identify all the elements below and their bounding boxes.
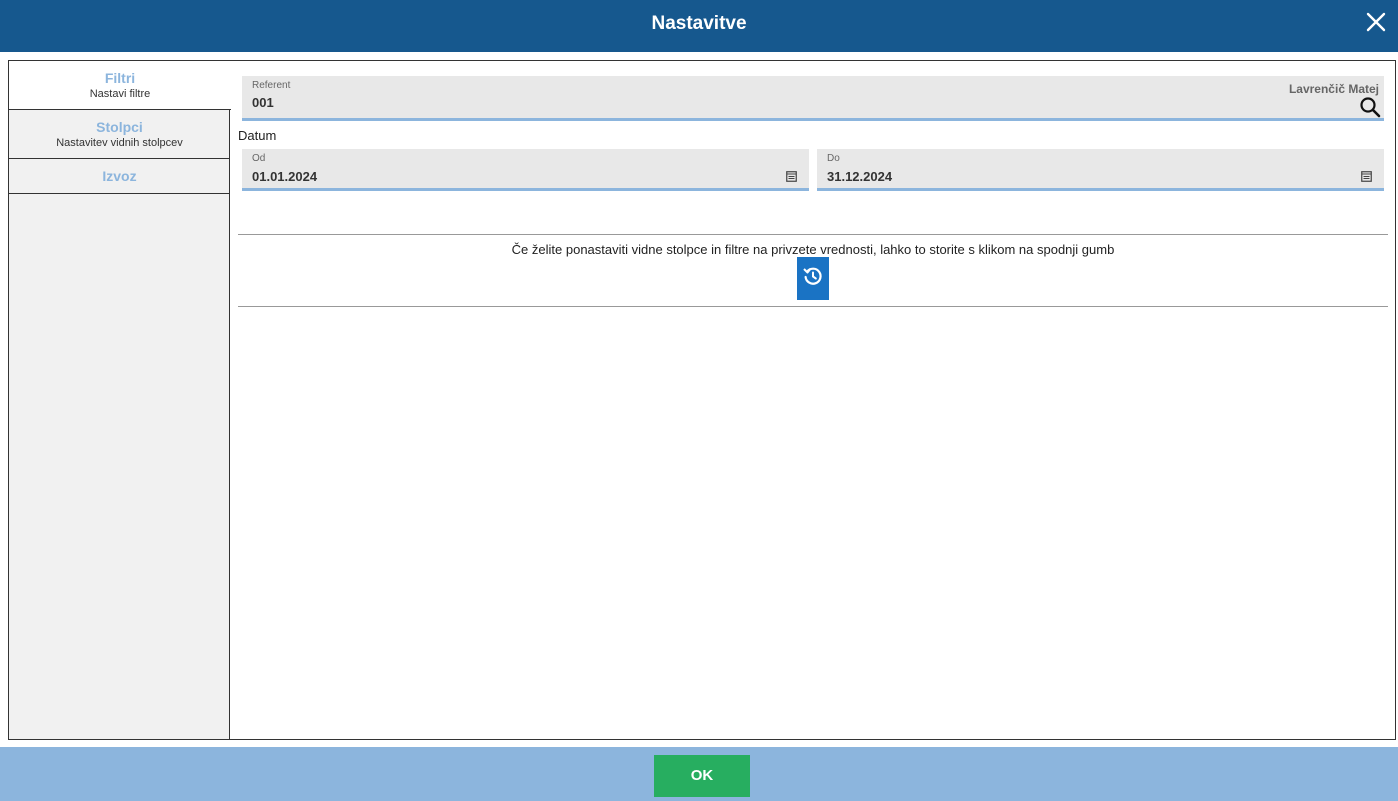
calendar-icon[interactable]	[1361, 169, 1372, 182]
settings-panel: Filtri Nastavi filtre Stolpci Nastavitev…	[8, 60, 1396, 740]
referent-name: Lavrenčič Matej	[1288, 82, 1379, 96]
tab-label: Filtri	[104, 70, 136, 86]
tab-filtri[interactable]: Filtri Nastavi filtre	[9, 61, 231, 110]
tab-label: Stolpci	[96, 119, 143, 135]
tab-stolpci[interactable]: Stolpci Nastavitev vidnih stolpcev	[9, 110, 230, 159]
settings-sidebar: Filtri Nastavi filtre Stolpci Nastavitev…	[9, 61, 231, 739]
tab-label: Izvoz	[102, 168, 137, 184]
tab-izvoz[interactable]: Izvoz	[9, 159, 230, 194]
dialog-footer: OK	[0, 747, 1398, 801]
referent-input[interactable]	[252, 95, 852, 110]
close-icon[interactable]	[1364, 10, 1388, 34]
filters-content: Referent Lavrenčič Matej Datum Od Do Če …	[231, 61, 1395, 739]
ok-button[interactable]: OK	[654, 755, 750, 797]
calendar-icon[interactable]	[786, 169, 797, 182]
tab-sublabel: Nastavi filtre	[89, 88, 151, 100]
datum-label: Datum	[238, 128, 277, 143]
tab-sublabel: Nastavitev vidnih stolpcev	[56, 137, 183, 149]
dialog-title: Nastavitve	[651, 13, 747, 34]
referent-field[interactable]: Referent Lavrenčič Matej	[242, 76, 1384, 121]
history-icon	[803, 267, 822, 285]
date-from-input[interactable]	[252, 169, 552, 184]
referent-label: Referent	[252, 80, 291, 91]
dialog-header: Nastavitve	[0, 0, 1398, 52]
divider	[238, 234, 1388, 235]
date-from-label: Od	[252, 153, 266, 164]
date-from-field[interactable]: Od	[242, 149, 809, 191]
search-icon[interactable]	[1359, 96, 1381, 118]
reset-defaults-button[interactable]	[797, 257, 829, 300]
date-to-field[interactable]: Do	[817, 149, 1384, 191]
reset-info-text: Če želite ponastaviti vidne stolpce in f…	[511, 242, 1115, 257]
divider	[238, 306, 1388, 307]
date-to-input[interactable]	[827, 169, 1127, 184]
date-to-label: Do	[827, 153, 840, 164]
